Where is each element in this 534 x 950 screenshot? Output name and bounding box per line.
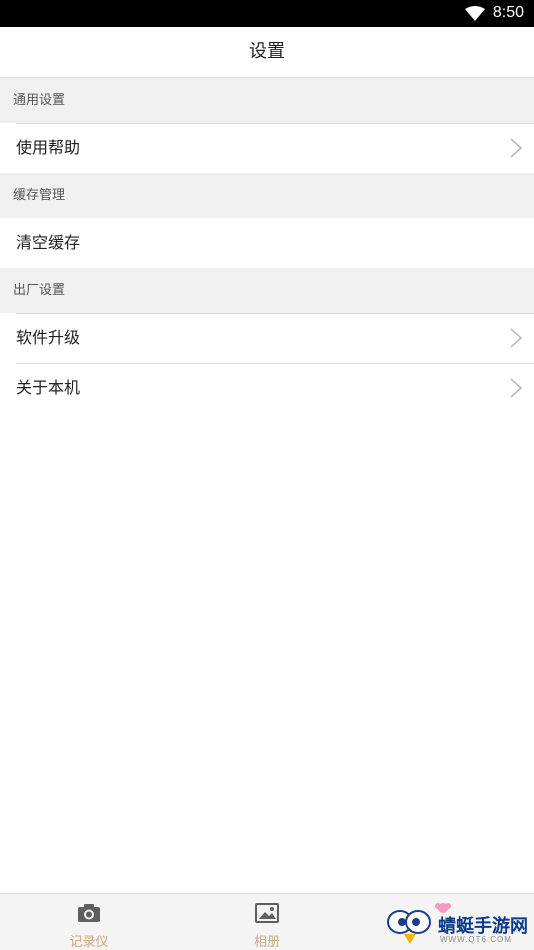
chevron-right-icon <box>510 328 522 348</box>
tab-recorder[interactable]: 记录仪 <box>0 894 178 950</box>
software-upgrade-row[interactable]: 软件升级 <box>0 313 534 363</box>
dragonfly-logo-icon <box>387 910 431 944</box>
wifi-icon <box>465 6 485 25</box>
about-device-row[interactable]: 关于本机 <box>0 363 534 413</box>
camera-icon <box>78 904 100 922</box>
gallery-icon <box>255 903 279 923</box>
section-header-cache: 缓存管理 <box>0 173 534 218</box>
page-title: 设置 <box>0 27 534 78</box>
section-header-factory: 出厂设置 <box>0 268 534 313</box>
tab-album[interactable]: 相册 <box>178 894 356 950</box>
watermark-logo: 蜻蜓手游网 WWW.QT6.COM <box>386 898 534 949</box>
status-bar: 8:50 <box>0 0 534 27</box>
about-device-label: 关于本机 <box>16 378 81 397</box>
clear-cache-label: 清空缓存 <box>16 233 81 252</box>
status-time: 8:50 <box>492 4 524 21</box>
help-row[interactable]: 使用帮助 <box>0 123 534 173</box>
section-header-general: 通用设置 <box>0 78 534 123</box>
chevron-right-icon <box>510 378 522 398</box>
clear-cache-row[interactable]: 清空缓存 <box>0 218 534 268</box>
tab-recorder-label: 记录仪 <box>69 935 109 950</box>
tab-album-label: 相册 <box>253 935 280 950</box>
software-upgrade-label: 软件升级 <box>16 328 81 347</box>
chevron-right-icon <box>510 138 522 158</box>
watermark-subtext: WWW.QT6.COM <box>440 935 512 944</box>
help-label: 使用帮助 <box>16 138 81 157</box>
